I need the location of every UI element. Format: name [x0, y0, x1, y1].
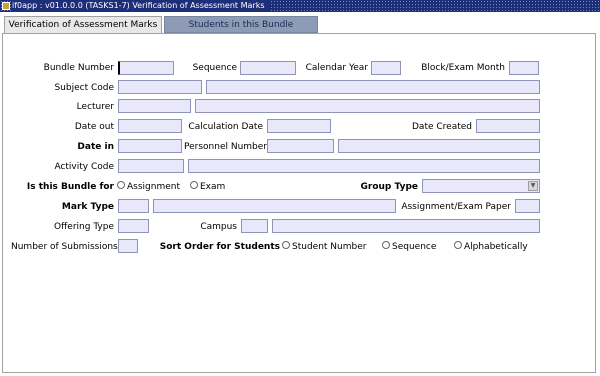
- bundle-number-label: Bundle Number: [43, 63, 114, 73]
- bundle-for-label: Is this Bundle for: [26, 182, 114, 192]
- tab-verification-of-assessment-marks[interactable]: Verification of Assessment Marks: [4, 16, 162, 33]
- mark-type-description-field[interactable]: [153, 199, 396, 213]
- group-type-label: Group Type: [360, 182, 418, 192]
- exam-option-label: Exam: [200, 182, 226, 192]
- activity-code-field[interactable]: [118, 159, 184, 173]
- bundle-number-field[interactable]: [118, 61, 174, 75]
- sequence-label: Sequence: [192, 63, 237, 73]
- block-exam-month-field[interactable]: [509, 61, 539, 75]
- block-exam-month-label: Block/Exam Month: [421, 63, 505, 73]
- lecturer-field[interactable]: [118, 99, 191, 113]
- assignment-exam-paper-label: Assignment/Exam Paper: [401, 202, 511, 212]
- activity-code-label: Activity Code: [54, 162, 114, 172]
- personnel-number-label: Personnel Number: [184, 142, 267, 152]
- chevron-down-icon[interactable]: ▼: [528, 181, 538, 191]
- campus-description-field[interactable]: [272, 219, 540, 233]
- mark-type-label: Mark Type: [61, 202, 114, 212]
- sort-by-student-number-radio[interactable]: Student Number: [282, 241, 366, 253]
- number-of-submissions-field[interactable]: [118, 239, 138, 253]
- radio-button-icon: [454, 241, 462, 249]
- alphabetically-option-label: Alphabetically: [464, 242, 528, 252]
- lecturer-label: Lecturer: [76, 102, 114, 112]
- sequence-option-label: Sequence: [392, 242, 437, 252]
- calculation-date-label: Calculation Date: [188, 122, 263, 132]
- personnel-number-field[interactable]: [267, 139, 334, 153]
- offering-type-field[interactable]: [118, 219, 149, 233]
- number-of-submissions-label: Number of Submissions: [11, 242, 118, 252]
- window-titlebar: if0app : v01.0.0.0 (TASKS1-7) Verificati…: [0, 0, 600, 12]
- date-created-field[interactable]: [476, 119, 540, 133]
- campus-field[interactable]: [241, 219, 268, 233]
- group-type-dropdown[interactable]: ▼: [422, 179, 540, 193]
- radio-button-icon: [117, 181, 125, 189]
- calendar-year-field[interactable]: [371, 61, 401, 75]
- subject-code-description-field[interactable]: [206, 80, 540, 94]
- window-title: if0app : v01.0.0.0 (TASKS1-7) Verificati…: [12, 0, 269, 12]
- sequence-field[interactable]: [240, 61, 296, 75]
- date-out-label: Date out: [74, 122, 114, 132]
- sort-alphabetically-radio[interactable]: Alphabetically: [454, 241, 528, 253]
- date-in-field[interactable]: [118, 139, 182, 153]
- radio-button-icon: [382, 241, 390, 249]
- date-out-field[interactable]: [118, 119, 182, 133]
- student-number-option-label: Student Number: [292, 242, 367, 252]
- radio-button-icon: [282, 241, 290, 249]
- personnel-name-field[interactable]: [338, 139, 540, 153]
- offering-type-label: Offering Type: [54, 222, 114, 232]
- lecturer-name-field[interactable]: [195, 99, 540, 113]
- radio-button-icon: [190, 181, 198, 189]
- date-created-label: Date Created: [412, 122, 472, 132]
- assignment-exam-paper-field[interactable]: [515, 199, 540, 213]
- app-icon[interactable]: [2, 2, 10, 10]
- bundle-for-exam-radio[interactable]: Exam: [190, 181, 225, 193]
- subject-code-label: Subject Code: [54, 83, 114, 93]
- calendar-year-label: Calendar Year: [305, 63, 368, 73]
- bundle-for-assignment-radio[interactable]: Assignment: [117, 181, 180, 193]
- subject-code-field[interactable]: [118, 80, 202, 94]
- date-in-label: Date in: [77, 142, 114, 152]
- mark-type-field[interactable]: [118, 199, 149, 213]
- activity-code-description-field[interactable]: [188, 159, 540, 173]
- tab-students-in-this-bundle[interactable]: Students in this Bundle: [164, 16, 318, 33]
- assignment-option-label: Assignment: [127, 182, 180, 192]
- calculation-date-field[interactable]: [267, 119, 331, 133]
- campus-label: Campus: [200, 222, 237, 232]
- sort-order-label: Sort Order for Students: [159, 242, 280, 252]
- sort-by-sequence-radio[interactable]: Sequence: [382, 241, 436, 253]
